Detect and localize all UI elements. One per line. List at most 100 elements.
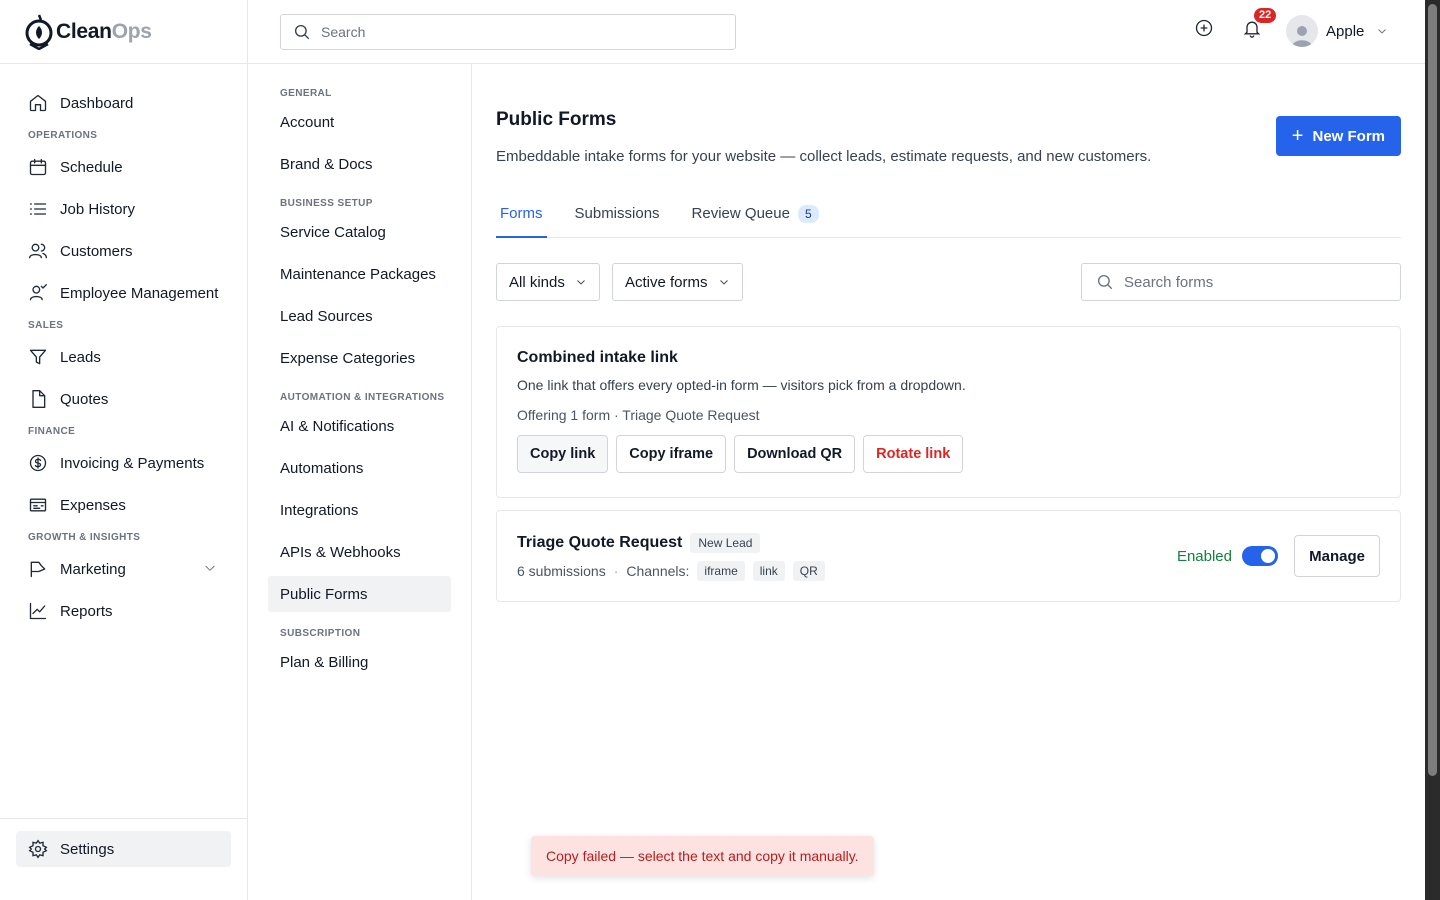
- enabled-control: Enabled: [1177, 546, 1278, 566]
- new-form-label: New Form: [1312, 127, 1385, 145]
- copy-iframe-button[interactable]: Copy iframe: [616, 435, 727, 473]
- subnav-ai-notifications[interactable]: AI & Notifications: [268, 408, 451, 444]
- topbar: 22 Apple: [248, 0, 1425, 64]
- search-icon: [1097, 274, 1113, 290]
- main-nav: Dashboard OPERATIONS Schedule Job Histor…: [0, 64, 247, 632]
- card-title: Combined intake link: [517, 349, 678, 366]
- subnav-automations[interactable]: Automations: [268, 450, 451, 486]
- offering-text: Offering 1 form · Triage Quote Request: [517, 407, 760, 423]
- user-menu[interactable]: Apple: [1286, 14, 1388, 48]
- nav-leads[interactable]: Leads: [0, 336, 247, 378]
- subnav-service-catalog[interactable]: Service Catalog: [268, 214, 451, 250]
- nav-customers[interactable]: Customers: [0, 230, 247, 272]
- sidebar: CleanOps Dashboard OPERATIONS Schedule J…: [0, 0, 248, 900]
- nav-employee-management[interactable]: Employee Management: [0, 272, 247, 314]
- nav-section-sales: SALES: [28, 319, 64, 331]
- chevron-down-icon[interactable]: [203, 561, 217, 575]
- meta-separator: ·: [613, 563, 619, 579]
- notifications-button[interactable]: 22: [1242, 8, 1277, 40]
- subnav-maintenance-packages[interactable]: Maintenance Packages: [268, 256, 451, 292]
- status-filter-select[interactable]: Active forms: [612, 263, 743, 301]
- combined-intake-card: Combined intake link One link that offer…: [496, 326, 1401, 498]
- chart-line-icon: [29, 602, 47, 620]
- dollar-circle-icon: [29, 454, 47, 472]
- nav-label: Employee Management: [60, 284, 219, 302]
- subnav-section-subscription: SUBSCRIPTION: [280, 628, 361, 639]
- channel-tag: QR: [792, 561, 825, 581]
- form-title[interactable]: Triage Quote Request: [517, 534, 682, 552]
- global-search-input[interactable]: [321, 24, 721, 40]
- enabled-toggle[interactable]: [1242, 546, 1278, 566]
- subnav-account[interactable]: Account: [268, 104, 451, 140]
- add-button[interactable]: [1194, 18, 1216, 40]
- receipt-icon: [29, 498, 47, 512]
- plus-circle-icon: [1195, 19, 1213, 37]
- status-filter-value: Active forms: [625, 273, 708, 291]
- nav-section-growth: GROWTH & INSIGHTS: [28, 531, 141, 543]
- form-type-tag: New Lead: [690, 533, 761, 553]
- nav-label: Customers: [60, 242, 133, 260]
- subnav-public-forms[interactable]: Public Forms: [268, 576, 451, 612]
- nav-label: Invoicing & Payments: [60, 454, 205, 472]
- nav-quotes[interactable]: Quotes: [0, 378, 247, 420]
- chevron-down-icon: [1378, 29, 1387, 34]
- calendar-icon: [29, 158, 47, 176]
- nav-settings[interactable]: Settings: [16, 831, 231, 867]
- filter-icon: [29, 349, 47, 365]
- nav-label: Leads: [60, 348, 101, 366]
- review-count-badge: 5: [797, 205, 819, 223]
- tab-review-queue[interactable]: Review Queue 5: [688, 197, 823, 238]
- subnav-section-general: GENERAL: [280, 88, 332, 99]
- plus-icon: +: [1291, 125, 1304, 147]
- scrollbar-thumb[interactable]: [1428, 4, 1437, 776]
- kind-filter-select[interactable]: All kinds: [496, 263, 600, 301]
- nav-schedule[interactable]: Schedule: [0, 146, 247, 188]
- form-card: Triage Quote Request New Lead 6 submissi…: [496, 510, 1401, 602]
- search-icon: [294, 24, 310, 40]
- global-search[interactable]: [280, 14, 736, 50]
- notification-badge: 22: [1254, 8, 1277, 23]
- new-form-button[interactable]: + New Form: [1275, 116, 1401, 156]
- nav-job-history[interactable]: Job History: [0, 188, 247, 230]
- rotate-link-button[interactable]: Rotate link: [863, 435, 964, 473]
- scrollbar[interactable]: [1425, 0, 1440, 900]
- nav-section-finance: FINANCE: [28, 425, 76, 437]
- chevron-down-icon: [719, 280, 728, 285]
- tab-submissions[interactable]: Submissions: [571, 197, 664, 238]
- kind-filter-value: All kinds: [509, 273, 565, 291]
- nav-section-operations: OPERATIONS: [28, 129, 98, 141]
- subnav-section-automation: AUTOMATION & INTEGRATIONS: [280, 392, 445, 403]
- document-icon: [32, 390, 46, 408]
- main-content: Public Forms Embeddable intake forms for…: [472, 64, 1425, 900]
- logo[interactable]: CleanOps: [0, 0, 247, 64]
- forms-search[interactable]: [1081, 263, 1401, 301]
- nav-expenses[interactable]: Expenses: [0, 484, 247, 526]
- nav-label: Reports: [60, 602, 113, 620]
- error-toast: Copy failed — select the text and copy i…: [531, 836, 874, 876]
- subnav-lead-sources[interactable]: Lead Sources: [268, 298, 451, 334]
- toggle-knob: [1261, 549, 1275, 563]
- gear-icon: [28, 839, 48, 859]
- enabled-label: Enabled: [1176, 547, 1232, 565]
- subnav-integrations[interactable]: Integrations: [268, 492, 451, 528]
- nav-label: Expenses: [60, 496, 126, 514]
- user-avatar-icon: [1292, 26, 1312, 47]
- manage-button[interactable]: Manage: [1294, 535, 1380, 577]
- nav-invoicing[interactable]: Invoicing & Payments: [0, 442, 247, 484]
- subnav-expense-categories[interactable]: Expense Categories: [268, 340, 451, 376]
- nav-marketing[interactable]: Marketing: [0, 548, 247, 590]
- channel-tag: iframe: [697, 561, 745, 581]
- subnav-brand-docs[interactable]: Brand & Docs: [268, 146, 451, 182]
- tab-forms[interactable]: Forms: [496, 197, 547, 238]
- forms-search-input[interactable]: [1124, 273, 1384, 291]
- flag-icon: [30, 561, 46, 578]
- subnav-plan-billing[interactable]: Plan & Billing: [268, 644, 451, 680]
- home-icon: [29, 94, 47, 112]
- user-name: Apple: [1326, 22, 1365, 40]
- subnav-apis-webhooks[interactable]: APIs & Webhooks: [268, 534, 451, 570]
- nav-reports[interactable]: Reports: [0, 590, 247, 632]
- subnav-section-business: BUSINESS SETUP: [280, 198, 373, 209]
- download-qr-button[interactable]: Download QR: [734, 435, 856, 473]
- copy-link-button[interactable]: Copy link: [517, 435, 609, 473]
- nav-dashboard[interactable]: Dashboard: [0, 82, 247, 124]
